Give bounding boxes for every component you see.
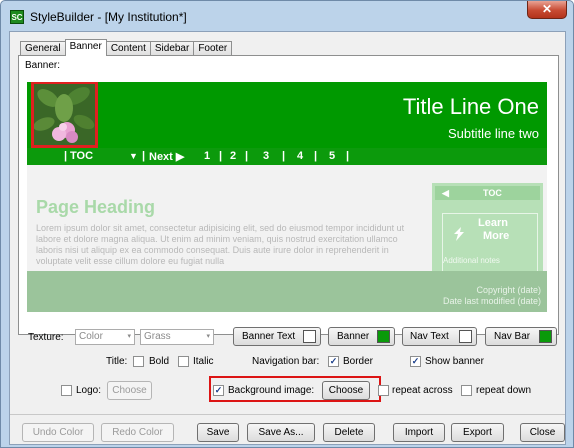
nav-separator: |: [245, 150, 249, 162]
show-banner-label: Show banner: [425, 356, 484, 367]
bold-checkbox[interactable]: [133, 356, 144, 367]
tab-content[interactable]: Content: [105, 41, 151, 56]
banner-text-color-button[interactable]: Banner Text: [233, 327, 321, 346]
title-style-label: Title:: [106, 356, 128, 367]
more-line: More: [483, 230, 510, 242]
nav-next: Next ▶: [149, 151, 185, 163]
texture-label: Texture:: [28, 332, 64, 343]
preview-title-line: Title Line One: [402, 94, 539, 119]
additional-notes: Additional notes: [443, 256, 500, 265]
repeat-across-label: repeat across: [392, 385, 453, 396]
banner-color-swatch: [377, 330, 390, 343]
preview-nav-bar: | TOC ▼ | Next ▶ 1 | 2 | 3 | 4 | 5 |: [27, 148, 547, 165]
nav-dropdown-icon: ▼: [129, 151, 138, 161]
close-icon[interactable]: ✕: [527, 1, 567, 19]
nav-bar-swatch: [539, 330, 552, 343]
banner-preview: Title Line One Subtitle line two | TOC ▼…: [27, 82, 547, 312]
import-button[interactable]: Import: [393, 423, 445, 442]
nav-text-label: Nav Text: [410, 331, 449, 342]
sidebar-left-arrow-icon: ◀: [442, 188, 449, 198]
title-bar[interactable]: SC StyleBuilder - [My Institution*] ✕: [1, 1, 573, 31]
nav-page-4: 4: [297, 150, 304, 162]
background-image-checkbox[interactable]: ✓: [213, 385, 224, 396]
nav-bar-label: Nav Bar: [494, 331, 531, 342]
dialog-client-area: General Banner Content Sidebar Footer Ba…: [9, 31, 566, 445]
preview-page-heading: Page Heading: [36, 197, 156, 217]
chevron-down-icon: ▾: [127, 333, 131, 340]
learn-line: Learn: [478, 217, 508, 229]
texture-type-select[interactable]: Color ▾: [75, 329, 135, 345]
repeat-across-checkbox[interactable]: [378, 385, 389, 396]
italic-label: Italic: [193, 356, 214, 367]
show-banner-checkbox[interactable]: ✓: [410, 356, 421, 367]
save-as-button[interactable]: Save As...: [247, 423, 315, 442]
border-checkbox[interactable]: ✓: [328, 356, 339, 367]
nav-separator: |: [64, 150, 68, 162]
nav-separator: |: [142, 150, 146, 162]
tab-footer[interactable]: Footer: [193, 41, 233, 56]
nav-separator: |: [314, 150, 318, 162]
copyright-line: Copyright (date): [476, 285, 541, 295]
tab-strip: General Banner Content Sidebar Footer: [20, 39, 233, 56]
delete-button[interactable]: Delete: [323, 423, 375, 442]
preview-copyright: Copyright (date) Date last modified (dat…: [443, 285, 541, 307]
preview-learn-more-box: Learn More Additional notes: [442, 213, 538, 275]
nav-text-swatch: [459, 330, 472, 343]
nav-separator: |: [282, 150, 286, 162]
nav-separator: |: [219, 150, 223, 162]
banner-color-button[interactable]: Banner: [328, 327, 395, 346]
background-image-label: Background image:: [228, 385, 315, 396]
nav-page-1: 1: [204, 150, 211, 162]
banner-text-swatch: [303, 330, 316, 343]
banner-color-label: Banner: [337, 331, 370, 342]
texture-pattern-select[interactable]: Grass ▾: [140, 329, 214, 345]
bold-label: Bold: [149, 356, 170, 367]
banner-logo-image: [31, 82, 98, 148]
background-choose-button[interactable]: Choose: [322, 381, 370, 400]
repeat-down-label: repeat down: [476, 385, 532, 396]
nav-toc: TOC: [70, 150, 94, 162]
italic-checkbox[interactable]: [178, 356, 189, 367]
preview-sidebar-toc: ◀ TOC: [435, 186, 540, 200]
nav-text-color-button[interactable]: Nav Text: [402, 327, 477, 346]
border-label: Border: [343, 356, 374, 367]
navigation-bar-label: Navigation bar:: [252, 356, 320, 367]
undo-color-button[interactable]: Undo Color: [22, 423, 94, 442]
logo-checkbox[interactable]: [61, 385, 72, 396]
preview-subtitle-line: Subtitle line two: [447, 126, 539, 141]
preview-body-text: Lorem ipsum dolor sit amet, consectetur …: [36, 223, 405, 266]
nav-separator: |: [346, 150, 350, 162]
date-modified-line: Date last modified (date): [442, 296, 541, 306]
texture-pattern-value: Grass: [144, 331, 171, 342]
preview-footer: Copyright (date) Date last modified (dat…: [27, 271, 547, 312]
sidebar-toc-label: TOC: [483, 188, 502, 198]
window-title: StyleBuilder - [My Institution*]: [30, 10, 187, 24]
save-button[interactable]: Save: [197, 423, 239, 442]
export-button[interactable]: Export: [451, 423, 504, 442]
flower-image-icon: [34, 84, 95, 145]
close-button[interactable]: Close: [520, 423, 565, 442]
logo-label: Logo:: [76, 385, 102, 396]
tab-general[interactable]: General: [20, 41, 66, 56]
nav-bar-color-button[interactable]: Nav Bar: [485, 327, 557, 346]
preview-content-area: Page Heading Lorem ipsum dolor sit amet,…: [27, 165, 547, 312]
chevron-down-icon: ▾: [206, 333, 210, 340]
nav-page-3: 3: [263, 150, 270, 162]
banner-section-label: Banner:: [25, 60, 61, 71]
nav-page-5: 5: [329, 150, 336, 162]
separator-line: [10, 414, 565, 415]
app-icon: SC: [10, 10, 24, 24]
tab-banner[interactable]: Banner: [64, 39, 107, 56]
banner-text-label: Banner Text: [242, 331, 296, 342]
preview-banner: Title Line One Subtitle line two: [27, 82, 547, 148]
tab-sidebar[interactable]: Sidebar: [149, 41, 195, 56]
redo-color-button[interactable]: Redo Color: [101, 423, 174, 442]
repeat-down-checkbox[interactable]: [461, 385, 472, 396]
stylebuilder-window: SC StyleBuilder - [My Institution*] ✕ Ge…: [0, 0, 574, 448]
texture-type-value: Color: [79, 331, 103, 342]
nav-page-2: 2: [230, 150, 237, 162]
logo-choose-button[interactable]: Choose: [107, 381, 152, 400]
pointer-icon: [454, 227, 464, 241]
